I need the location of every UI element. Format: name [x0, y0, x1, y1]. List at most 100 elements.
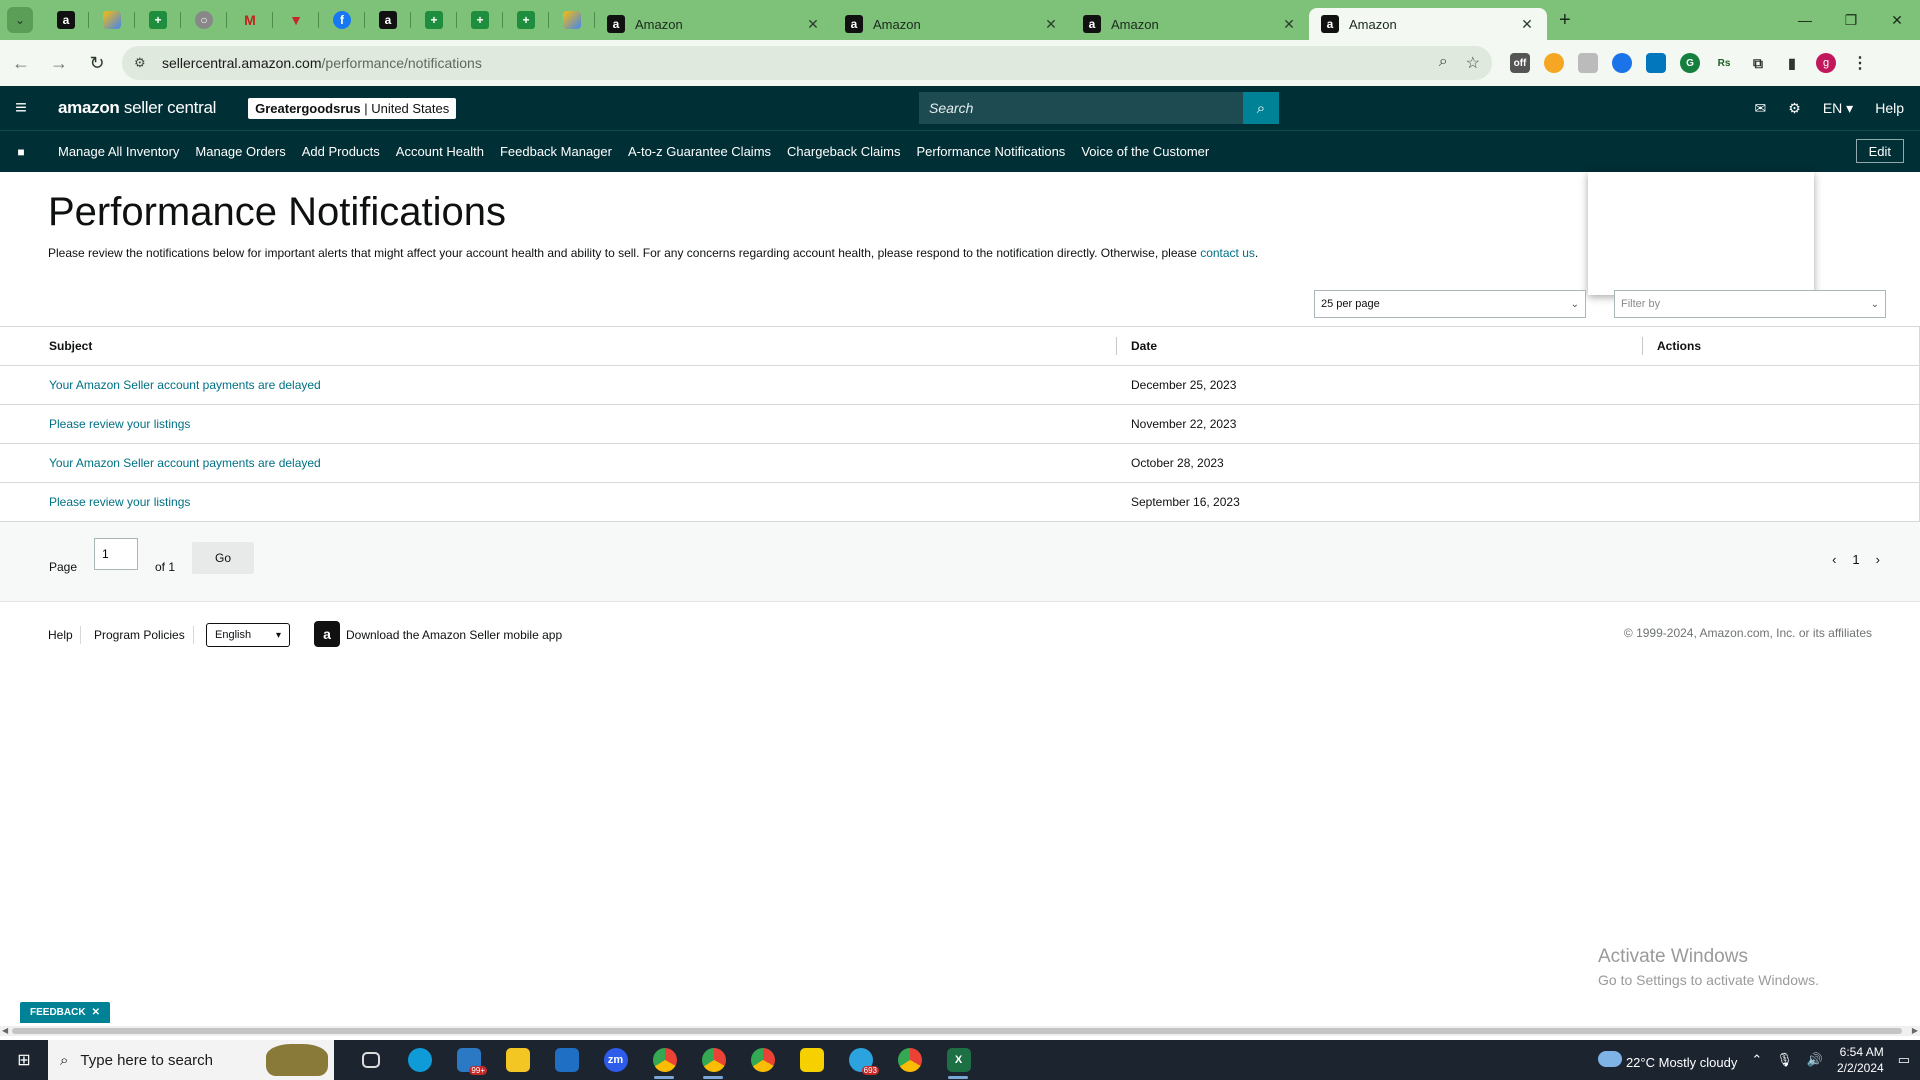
pinned-tab[interactable]: + [135, 0, 181, 40]
chrome-icon[interactable] [885, 1040, 934, 1080]
new-tab-button[interactable]: + [1559, 9, 1571, 32]
chevron-up-icon[interactable]: ⌃ [1751, 1052, 1762, 1068]
notification-subject-link[interactable]: Your Amazon Seller account payments are … [49, 378, 321, 392]
chrome-icon[interactable] [738, 1040, 787, 1080]
edit-nav-button[interactable]: Edit [1855, 139, 1904, 163]
pinned-tab[interactable] [549, 0, 595, 40]
puzzle-icon[interactable]: ⧉ [1748, 53, 1768, 73]
notification-subject-link[interactable]: Please review your listings [49, 495, 190, 509]
microphone-icon[interactable]: 🎙 [1776, 1052, 1793, 1068]
more-menu-icon[interactable]: ⋮ [1850, 53, 1870, 73]
browser-tab-active[interactable]: a Amazon ✕ [1309, 8, 1547, 40]
back-icon[interactable]: ← [4, 46, 38, 80]
side-panel-icon[interactable]: ▮ [1782, 53, 1802, 73]
feedback-button[interactable]: FEEDBACK ✕ [20, 1002, 110, 1023]
language-selector[interactable]: EN ▾ [1823, 100, 1853, 117]
windows-start-icon[interactable]: ⊞ [0, 1050, 48, 1070]
restore-icon[interactable]: ❐ [1828, 0, 1874, 40]
scroll-left-icon[interactable]: ◀ [2, 1026, 8, 1035]
column-header-subject[interactable]: Subject [49, 339, 92, 353]
site-settings-icon[interactable]: ⚙ [134, 55, 152, 71]
reload-icon[interactable]: ↻ [80, 46, 114, 80]
close-icon[interactable]: ✕ [92, 1007, 100, 1018]
weather-widget[interactable]: 22°C Mostly cloudy [1598, 1050, 1737, 1070]
minimize-icon[interactable]: — [1782, 0, 1828, 40]
seller-central-logo[interactable]: amazon seller central [58, 98, 216, 118]
extension-icon[interactable] [1544, 53, 1564, 73]
pinned-tab[interactable]: + [411, 0, 457, 40]
search-input[interactable] [919, 92, 1243, 124]
pinned-tab[interactable]: + [457, 0, 503, 40]
chrome-icon[interactable] [689, 1040, 738, 1080]
browser-tab[interactable]: a Amazon ✕ [595, 8, 833, 40]
gear-icon[interactable]: ⚙ [1788, 100, 1801, 117]
nav-item-chargeback-claims[interactable]: Chargeback Claims [787, 144, 900, 159]
extension-icon[interactable]: Rs [1714, 53, 1734, 73]
extension-icon[interactable] [1612, 53, 1632, 73]
nav-item-performance-notifications[interactable]: Performance Notifications [916, 144, 1065, 159]
pinned-tab[interactable]: a [365, 0, 411, 40]
pinned-tab[interactable] [89, 0, 135, 40]
forward-icon[interactable]: → [42, 46, 76, 80]
notification-subject-link[interactable]: Please review your listings [49, 417, 190, 431]
nav-item-voice-of-customer[interactable]: Voice of the Customer [1081, 144, 1209, 159]
file-explorer-icon[interactable] [493, 1040, 542, 1080]
zoom-app-icon[interactable]: zm [591, 1040, 640, 1080]
go-button[interactable]: Go [192, 542, 254, 574]
horizontal-scrollbar[interactable]: ◀ ▶ [0, 1026, 1920, 1036]
grammarly-icon[interactable]: G [1680, 53, 1700, 73]
zoom-icon[interactable]: ⌕ [1439, 53, 1448, 73]
column-header-date[interactable]: Date [1131, 339, 1157, 353]
page-number-input[interactable] [94, 538, 138, 570]
download-app-link[interactable]: Download the Amazon Seller mobile app [346, 628, 562, 642]
chevron-left-icon[interactable]: ‹ [1832, 552, 1836, 567]
nav-item-manage-all-inventory[interactable]: Manage All Inventory [58, 144, 179, 159]
search-button[interactable]: ⌕ [1243, 92, 1279, 124]
nav-item-a-to-z-claims[interactable]: A-to-z Guarantee Claims [628, 144, 771, 159]
close-icon[interactable]: ✕ [1519, 16, 1535, 33]
speaker-icon[interactable]: 🔊 [1807, 1052, 1823, 1068]
address-bar[interactable]: ⚙ sellercentral.amazon.com/performance/n… [122, 46, 1492, 80]
nav-item-feedback-manager[interactable]: Feedback Manager [500, 144, 612, 159]
pinned-tab[interactable]: M [227, 0, 273, 40]
nav-item-add-products[interactable]: Add Products [302, 144, 380, 159]
close-icon[interactable]: ✕ [1043, 16, 1059, 33]
close-icon[interactable]: ✕ [1281, 16, 1297, 33]
close-icon[interactable]: ✕ [805, 16, 821, 33]
account-switcher[interactable]: Greatergoodsrus | United States [248, 97, 457, 119]
excel-icon[interactable]: X [934, 1040, 983, 1080]
system-clock[interactable]: 6:54 AM 2/2/2024 [1837, 1044, 1884, 1076]
nav-item-manage-orders[interactable]: Manage Orders [195, 144, 285, 159]
hamburger-menu-icon[interactable]: ≡ [0, 97, 42, 120]
pinned-tab[interactable]: f [319, 0, 365, 40]
browser-tab[interactable]: a Amazon ✕ [1071, 8, 1309, 40]
profile-avatar[interactable]: g [1816, 53, 1836, 73]
browser-tab[interactable]: a Amazon ✕ [833, 8, 1071, 40]
pinned-tab[interactable]: ▼ [273, 0, 319, 40]
per-page-select[interactable]: 25 per page ⌄ [1314, 290, 1586, 318]
mail-app-icon[interactable]: 99+ [444, 1040, 493, 1080]
filter-select[interactable]: Filter by ⌄ [1614, 290, 1886, 318]
bookmark-star-icon[interactable]: ☆ [1466, 53, 1480, 73]
pinned-tab[interactable]: a [43, 0, 89, 40]
bookmark-icon[interactable]: ■ [0, 145, 42, 159]
notification-subject-link[interactable]: Your Amazon Seller account payments are … [49, 456, 321, 470]
footer-help-link[interactable]: Help [48, 628, 73, 642]
tab-search-button[interactable]: ⌄ [7, 7, 33, 33]
footer-language-select[interactable]: English ▾ [206, 623, 290, 647]
chevron-right-icon[interactable]: › [1876, 552, 1880, 567]
extension-icon[interactable] [1646, 53, 1666, 73]
program-policies-link[interactable]: Program Policies [94, 628, 185, 642]
taskbar-search[interactable]: ⌕ Type here to search [48, 1040, 334, 1080]
mail-icon[interactable]: ✉ [1755, 100, 1767, 117]
help-link[interactable]: Help [1875, 100, 1904, 116]
nav-item-account-health[interactable]: Account Health [396, 144, 484, 159]
pinned-tab[interactable]: + [503, 0, 549, 40]
scroll-right-icon[interactable]: ▶ [1912, 1026, 1918, 1035]
chrome-icon[interactable] [640, 1040, 689, 1080]
pinned-tab[interactable]: ○ [181, 0, 227, 40]
scrollbar-thumb[interactable] [12, 1028, 1902, 1034]
sticky-notes-icon[interactable] [787, 1040, 836, 1080]
edge-icon[interactable] [395, 1040, 444, 1080]
extension-icon[interactable]: off [1510, 53, 1530, 73]
